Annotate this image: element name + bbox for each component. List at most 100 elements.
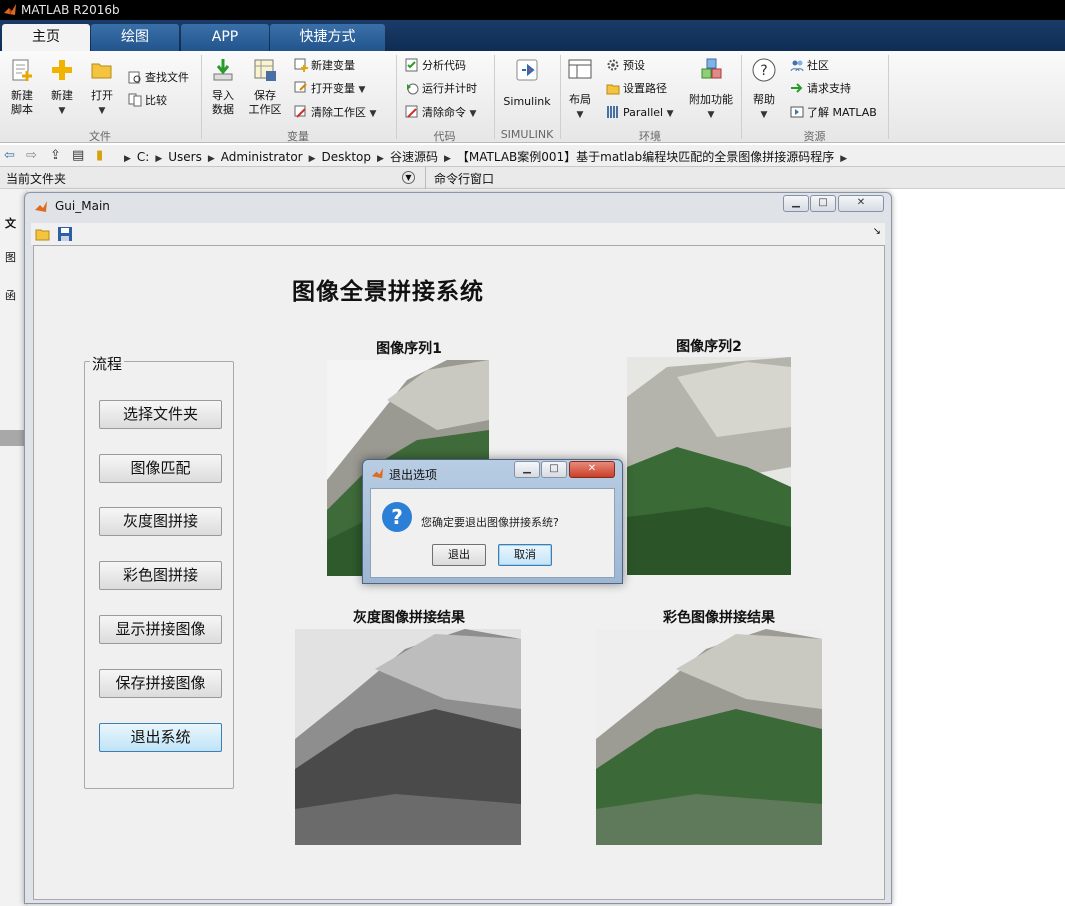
breadcrumb-separator-icon[interactable]: ▶ [309,154,316,164]
run-and-time-button[interactable]: 运行并计时 [405,80,477,98]
maximize-button[interactable]: □ [810,195,836,212]
dialog-close-button[interactable]: ✕ [569,461,615,478]
up-folder-icon[interactable]: ⇪ [50,148,61,163]
breadcrumb-separator-icon[interactable]: ▶ [377,154,384,164]
process-panel-label: 流程 [90,353,125,374]
new-script-button[interactable]: 新建 脚本 [6,57,38,117]
breadcrumb-separator-icon[interactable]: ▶ [208,154,215,164]
ribbon-tab-bar: 主页 绘图 APP 快捷方式 [0,20,1065,51]
learn-matlab-button[interactable]: 了解 MATLAB [790,104,877,122]
back-arrow-icon[interactable]: ⇦ [4,148,15,163]
layout-dropdown-caret[interactable]: ▼ [577,108,584,122]
breadcrumb: ▶ C: ▶ Users ▶ Administrator ▶ Desktop ▶ 谷速源码 ▶ 【MA… [118,148,853,165]
find-files-icon [128,71,141,84]
image-seq2-caption: 图像序列2 [676,339,742,355]
help-icon: ? [752,58,776,82]
clear-workspace-button[interactable]: 清除工作区 ▼ [294,104,376,122]
group-label-simulink: SIMULINK [500,128,554,141]
new-dropdown-caret[interactable]: ▼ [59,104,66,118]
exit-system-button[interactable]: 退出系统 [99,723,222,752]
find-files-button[interactable]: 查找文件 [128,69,189,87]
breadcrumb-separator-icon[interactable]: ▶ [155,154,162,164]
close-button[interactable]: ✕ [838,195,884,212]
request-support-button[interactable]: 请求支持 [790,80,851,98]
breadcrumb-item[interactable]: Users [168,150,202,164]
question-icon: ? [382,502,412,532]
help-dropdown-caret[interactable]: ▼ [761,108,768,122]
group-label-resources: 资源 [803,130,826,143]
ribbon-separator [888,55,889,139]
dialog-cancel-button[interactable]: 取消 [498,544,552,566]
parallel-button[interactable]: Parallel ▼ [606,104,674,122]
addons-dropdown-caret[interactable]: ▼ [708,108,715,122]
panel-divider[interactable] [425,167,426,189]
clear-commands-dropdown-caret[interactable]: ▼ [470,105,477,123]
dialog-maximize-button[interactable]: □ [541,461,567,478]
community-button[interactable]: 社区 [790,57,829,75]
show-stitched-button[interactable]: 显示拼接图像 [99,615,222,644]
breadcrumb-item[interactable]: Administrator [221,150,303,164]
forward-arrow-icon[interactable]: ⇨ [26,148,37,163]
svg-text:?: ? [391,505,403,529]
breadcrumb-item[interactable]: Desktop [322,150,372,164]
folder-open-icon [91,63,112,79]
open-dropdown-caret[interactable]: ▼ [99,104,106,118]
open-file-icon[interactable] [35,226,51,242]
preferences-button[interactable]: 预设 [606,57,645,75]
tab-shortcuts[interactable]: 快捷方式 [270,24,385,51]
left-panel-item[interactable]: 函 [5,287,16,303]
analyze-code-button[interactable]: 分析代码 [405,57,466,75]
dock-arrow-icon[interactable]: ↘ [873,226,881,237]
help-button[interactable]: ? 帮助 ▼ [748,57,780,122]
set-path-icon [606,84,620,95]
parallel-dropdown-caret[interactable]: ▼ [667,105,674,123]
simulink-button[interactable]: Simulink [501,57,553,109]
gear-icon [607,59,619,71]
folder-icon: ▮ [96,148,104,163]
clear-commands-button[interactable]: 清除命令 ▼ [405,104,476,122]
addons-cubes-icon [701,58,722,79]
tab-apps[interactable]: APP [181,24,269,51]
current-folder-menu-icon[interactable]: ▼ [402,171,415,184]
open-button[interactable]: 打开 ▼ [86,57,118,118]
matlab-logo-icon [35,201,47,212]
tab-home[interactable]: 主页 [2,24,90,51]
addons-button[interactable]: 附加功能 ▼ [686,57,736,122]
breadcrumb-item[interactable]: C: [137,150,149,164]
dialog-message: 您确定要退出图像拼接系统? [421,516,559,529]
gray-stitch-button[interactable]: 灰度图拼接 [99,507,222,536]
browse-folder-icon[interactable]: ▤ [72,148,84,163]
breadcrumb-separator-icon[interactable]: ▶ [124,154,131,164]
save-stitched-button[interactable]: 保存拼接图像 [99,669,222,698]
left-panel-item[interactable]: 图 [5,249,16,265]
matlab-logo-icon [4,4,16,15]
minimize-button[interactable]: ▁ [783,195,809,212]
layout-button[interactable]: 布局 ▼ [566,57,594,122]
simulink-icon [516,59,538,81]
set-path-button[interactable]: 设置路径 [606,80,667,98]
breadcrumb-separator-icon[interactable]: ▶ [840,154,847,164]
open-variable-dropdown-caret[interactable]: ▼ [359,81,366,99]
command-window-label: 命令行窗口 [434,172,495,186]
save-workspace-button[interactable]: 保存 工作区 [248,57,282,117]
breadcrumb-separator-icon[interactable]: ▶ [444,154,451,164]
compare-button[interactable]: 比较 [128,92,167,110]
dialog-minimize-button[interactable]: ▁ [514,461,540,478]
breadcrumb-item[interactable]: 谷速源码 [390,150,438,164]
analyze-code-icon [405,58,418,72]
save-icon[interactable] [57,226,73,242]
new-button[interactable]: 新建 ▼ [46,57,78,118]
compare-icon [128,93,142,107]
new-variable-button[interactable]: 新建变量 [294,57,355,75]
color-stitch-button[interactable]: 彩色图拼接 [99,561,222,590]
import-data-button[interactable]: 导入 数据 [206,57,240,117]
tab-plots[interactable]: 绘图 [91,24,179,51]
breadcrumb-item[interactable]: 【MATLAB案例001】基于matlab编程块匹配的全景图像拼接源码程序 [457,150,834,164]
grayscale-panorama-image [295,629,521,845]
clear-workspace-dropdown-caret[interactable]: ▼ [370,105,377,123]
left-panel-item[interactable]: 文 [5,215,16,231]
open-variable-button[interactable]: 打开变量 ▼ [294,80,365,98]
select-folder-button[interactable]: 选择文件夹 [99,400,222,429]
image-match-button[interactable]: 图像匹配 [99,454,222,483]
dialog-exit-button[interactable]: 退出 [432,544,486,566]
